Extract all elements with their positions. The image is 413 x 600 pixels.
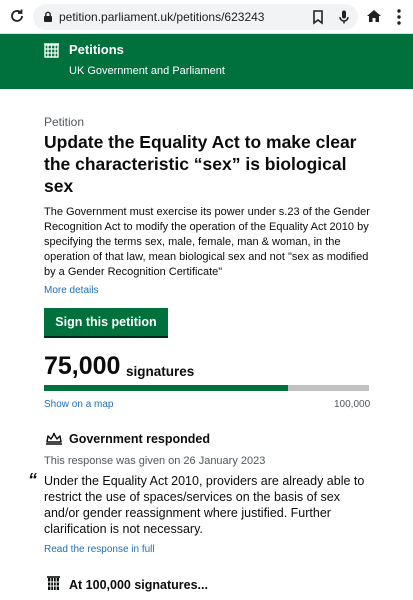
browser-toolbar: petition.parliament.uk/petitions/623243 (0, 0, 413, 34)
reload-icon[interactable] (6, 5, 28, 27)
response-date: This response was given on 26 January 20… (44, 455, 266, 467)
menu-kebab-icon[interactable] (393, 7, 405, 27)
crown-icon (44, 432, 64, 446)
signature-progress-fill (44, 385, 288, 391)
read-response-link[interactable]: Read the response in full (44, 544, 155, 555)
url-text[interactable]: petition.parliament.uk/petitions/623243 (59, 10, 264, 24)
site-header: Petitions UK Government and Parliament (0, 34, 413, 89)
home-icon[interactable] (365, 7, 383, 25)
government-response-text: Under the Equality Act 2010, providers a… (44, 474, 365, 536)
portcullis-icon (46, 575, 61, 591)
portcullis-icon (43, 42, 60, 59)
header-subtitle: UK Government and Parliament (69, 65, 225, 77)
bookmark-icon[interactable] (309, 8, 327, 26)
lock-icon[interactable] (41, 10, 55, 24)
more-details-link[interactable]: More details (44, 285, 98, 296)
petition-caption: Petition (44, 115, 85, 129)
brand-link[interactable]: Petitions (69, 42, 124, 57)
government-responded-heading: Government responded (69, 432, 210, 446)
show-on-map-link[interactable]: Show on a map (44, 399, 114, 410)
signature-count: 75,000 (44, 352, 121, 380)
signature-count-label: signatures (126, 364, 195, 379)
sign-petition-button[interactable]: Sign this petition (44, 308, 168, 336)
signature-progress-bar (44, 385, 369, 391)
petition-title: Update the Equality Act to make clear th… (44, 132, 357, 196)
debate-threshold-heading: At 100,000 signatures... (69, 578, 208, 592)
address-bar[interactable]: petition.parliament.uk/petitions/623243 (33, 4, 358, 30)
signature-target: 100,000 (334, 399, 371, 410)
quote-mark: “ (28, 470, 37, 490)
microphone-icon[interactable] (335, 8, 353, 26)
petition-summary: The Government must exercise its power u… (44, 206, 370, 278)
